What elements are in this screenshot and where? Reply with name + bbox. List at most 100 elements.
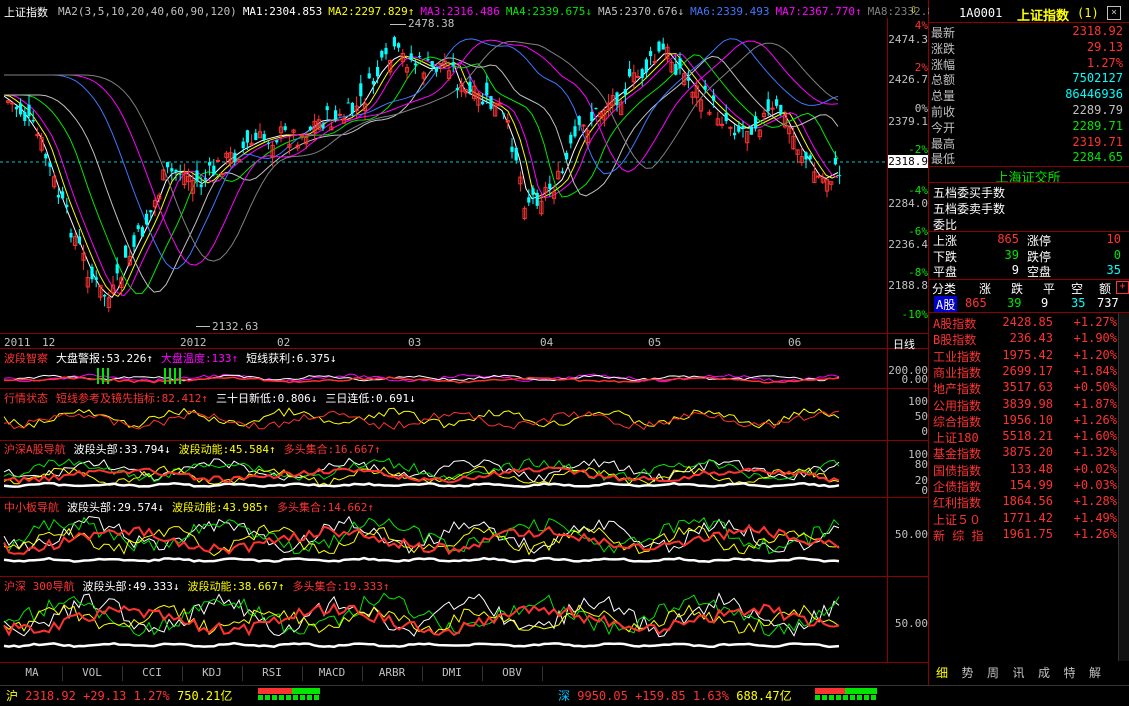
index-row[interactable]: B股指数 236.43 +1.90%: [931, 331, 1117, 347]
candle-body: [380, 50, 384, 58]
candlestick-chart[interactable]: [0, 18, 887, 333]
panel-tab[interactable]: 成: [1033, 664, 1055, 680]
close-icon[interactable]: ×: [1107, 6, 1121, 20]
index-row[interactable]: 国债指数 133.48 +0.02%: [931, 462, 1117, 478]
indicator-tab-rsi[interactable]: RSI: [242, 666, 303, 681]
candle-body: [623, 88, 627, 95]
candle-body: [61, 191, 65, 199]
chart-down-icon[interactable]: ⇩: [910, 2, 924, 16]
candle-body: [337, 113, 342, 116]
candle-body: [635, 75, 641, 78]
quote-label: 总额: [931, 73, 956, 88]
indicator-tab-obv[interactable]: OBV: [482, 666, 543, 681]
quote-value: 2318.92: [1072, 24, 1123, 38]
index-row[interactable]: 地产指数 3517.63 +0.50%: [931, 380, 1117, 396]
breadth-value: 9: [1011, 263, 1019, 277]
index-pct: +1.60%: [1073, 429, 1117, 444]
index-name: 商业指数: [933, 365, 982, 380]
buy-label: 五档委买手数: [933, 186, 1006, 200]
breadth-label: 平盘: [933, 265, 958, 279]
y-label: 2426.7: [888, 73, 928, 86]
quote-label: 前收: [931, 105, 956, 119]
index-row[interactable]: 商业指数 2699.17 +1.84%: [931, 364, 1117, 380]
index-value: 3839.98: [1002, 396, 1053, 411]
candle-body: [628, 68, 632, 77]
class-cell: 35: [1071, 296, 1086, 310]
panel-tab[interactable]: 周: [982, 664, 1004, 680]
index-row[interactable]: 红利指数 1864.56 +1.28%: [931, 494, 1117, 510]
pct-label: -2%: [908, 143, 928, 156]
ma-line: [4, 39, 839, 266]
candle-body: [741, 125, 745, 129]
candle-body: [468, 81, 472, 93]
index-pct: +0.02%: [1073, 461, 1117, 476]
candle-body: [426, 59, 430, 61]
candle-body: [409, 53, 413, 60]
ind-y-label: 50.00: [894, 617, 928, 630]
index-pct: +1.87%: [1073, 396, 1117, 411]
ma-legend: MA2(3,5,10,20,40,60,90,120) MA1:2304.853 M…: [58, 5, 953, 18]
candle-body: [808, 155, 812, 160]
candle-body: [413, 63, 417, 66]
x-label: 02: [277, 336, 291, 349]
period-label[interactable]: 日线: [893, 336, 915, 352]
sz-label: 深: [558, 689, 571, 703]
plus-icon[interactable]: +: [1116, 281, 1129, 294]
x-label: 2012: [180, 336, 207, 349]
quote-label: 总量: [931, 89, 956, 104]
candle-body: [577, 116, 581, 125]
index-row[interactable]: 新 综 指 1961.75 +1.26%: [931, 527, 1117, 543]
candle-body: [23, 112, 27, 121]
index-pct: +0.50%: [1073, 380, 1117, 395]
candle-body: [430, 61, 434, 67]
index-value: 1956.10: [1002, 412, 1053, 427]
index-row[interactable]: 公用指数 3839.98 +1.87%: [931, 397, 1117, 413]
indicator-tab-ma[interactable]: MA: [2, 666, 63, 681]
candle-body: [10, 102, 15, 105]
scrollbar[interactable]: [1118, 313, 1129, 661]
breadth-value: 0: [1113, 247, 1121, 262]
candle-body: [241, 141, 245, 149]
sh-label: 沪: [6, 689, 19, 703]
quote-row: 总量 86446936: [931, 87, 1127, 103]
ma-item: MA1:2304.853: [242, 5, 323, 18]
candle-body: [149, 210, 153, 213]
index-row[interactable]: 工业指数 1975.42 +1.20%: [931, 348, 1117, 364]
index-pct: +1.84%: [1073, 363, 1117, 378]
candle-body: [220, 172, 225, 175]
class-cell: 737: [1097, 296, 1119, 310]
indicator-tab-macd[interactable]: MACD: [302, 666, 363, 681]
ind-y-label: 80: [914, 458, 928, 471]
panel-tab[interactable]: 解: [1084, 664, 1106, 680]
breadth-label: 上涨: [933, 234, 958, 248]
index-row[interactable]: 上证５０ 1771.42 +1.49%: [931, 511, 1117, 527]
x-label: 03: [408, 336, 422, 349]
indicator-tab-vol[interactable]: VOL: [62, 666, 123, 681]
index-pct: +1.32%: [1073, 445, 1117, 460]
index-row[interactable]: 上证180 5518.21 +1.60%: [931, 429, 1117, 445]
candle-body: [27, 104, 31, 117]
panel-tab[interactable]: 势: [957, 664, 979, 680]
indicator-tab-kdj[interactable]: KDJ: [182, 666, 243, 681]
indicator-tab-cci[interactable]: CCI: [122, 666, 183, 681]
index-row[interactable]: A股指数 2428.85 +1.27%: [931, 315, 1117, 331]
candle-body: [775, 99, 779, 106]
panel-tab[interactable]: 讯: [1008, 664, 1030, 680]
index-row[interactable]: 综合指数 1956.10 +1.26%: [931, 413, 1117, 429]
panel-tab[interactable]: 特: [1059, 664, 1081, 680]
candle-body: [560, 171, 564, 173]
indicator-tab-arbr[interactable]: ARBR: [362, 666, 423, 681]
ind-y-label: 100: [908, 395, 928, 408]
breadth-value: 865: [997, 232, 1019, 246]
quote-value: 29.13: [1086, 39, 1123, 54]
indicator-tab-dmi[interactable]: DMI: [422, 666, 483, 681]
index-value: 1864.56: [1002, 494, 1053, 509]
candle-body: [640, 69, 644, 78]
index-pct: +0.03%: [1073, 478, 1117, 492]
panel-tab[interactable]: 细: [931, 664, 953, 680]
class-cell: 865: [965, 296, 987, 310]
index-row[interactable]: 企债指数 154.99 +0.03%: [931, 478, 1117, 494]
index-value: 2699.17: [1002, 363, 1053, 378]
index-row[interactable]: 基金指数 3875.20 +1.32%: [931, 445, 1117, 461]
low-mark: 2132.63: [212, 320, 259, 333]
